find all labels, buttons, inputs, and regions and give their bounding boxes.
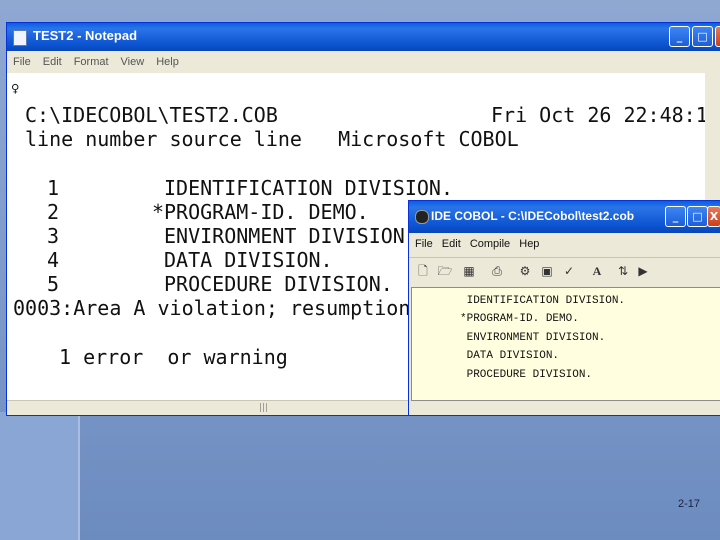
menu-edit[interactable]: Edit: [43, 51, 62, 73]
maximize-button[interactable]: □: [687, 206, 708, 227]
build-icon[interactable]: ▣: [539, 263, 555, 279]
new-file-icon[interactable]: 🗋: [415, 263, 431, 279]
slide-decoration: [0, 412, 78, 540]
save-icon[interactable]: ▦: [461, 263, 477, 279]
ide-toolbar: 🗋 🗁 ▦ ⎙ ⚙ ▣ ✓ A ⇅ ▶: [409, 257, 720, 286]
step-icon[interactable]: ▶: [635, 263, 651, 279]
listing-date: Fri Oct 26 22:48:17: [491, 103, 720, 127]
code-line: DATA DIVISION.: [460, 350, 560, 362]
line-source: IDENTIFICATION DIVISION.: [164, 176, 453, 200]
ide-code-editor[interactable]: IDENTIFICATION DIVISION. *PROGRAM-ID. DE…: [411, 287, 720, 401]
font-icon[interactable]: A: [589, 263, 605, 279]
ide-titlebar[interactable]: IDE COBOL - C:\IDECobol\test2.cob _ □ X: [409, 201, 720, 233]
line-source: PROGRAM-ID. DEMO.: [164, 200, 369, 224]
code-line: PROCEDURE DIVISION.: [460, 369, 593, 381]
listing-path: C:\IDECOBOL\TEST2.COB: [25, 103, 278, 127]
menu-help[interactable]: Hep: [519, 233, 539, 255]
code-line: *PROGRAM-ID. DEMO.: [460, 313, 579, 325]
scroll-grip-icon: |||: [259, 403, 269, 413]
form-feed-marker: ♀: [11, 81, 20, 97]
line-flag: [152, 224, 164, 248]
code-line: IDENTIFICATION DIVISION.: [460, 295, 626, 307]
menu-file[interactable]: File: [415, 233, 433, 255]
line-flag: [152, 248, 164, 272]
notepad-menubar: File Edit Format View Help: [7, 51, 720, 73]
line-number: 2: [47, 200, 60, 224]
line-source: PROCEDURE DIVISION.: [164, 272, 393, 296]
line-flag: *: [152, 200, 165, 224]
notepad-titlebar[interactable]: TEST2 - Notepad _ □ X: [7, 23, 720, 51]
line-number: 1: [47, 176, 60, 200]
close-button[interactable]: X: [707, 206, 720, 227]
slide-divider: [78, 412, 80, 540]
compile-icon[interactable]: ⚙: [517, 263, 533, 279]
open-file-icon[interactable]: 🗁: [437, 263, 453, 279]
line-flag: [152, 176, 164, 200]
line-source: DATA DIVISION.: [164, 248, 333, 272]
menu-edit[interactable]: Edit: [442, 233, 461, 255]
maximize-button[interactable]: □: [692, 26, 713, 47]
menu-compile[interactable]: Compile: [470, 233, 510, 255]
minimize-button[interactable]: _: [665, 206, 686, 227]
notepad-title: TEST2 - Notepad: [33, 28, 138, 43]
error-summary: 1 error or warning: [59, 345, 288, 369]
ide-app-icon: [415, 210, 429, 224]
line-flag: [152, 272, 164, 296]
menu-format[interactable]: Format: [74, 51, 109, 73]
error-message: 0003:Area A violation; resumption: [13, 296, 411, 320]
notepad-icon: [13, 30, 27, 46]
line-number: 3: [47, 224, 60, 248]
slide-page-number: 2-17: [677, 498, 700, 510]
code-line: ENVIRONMENT DIVISION.: [460, 332, 606, 344]
line-number: 5: [47, 272, 60, 296]
ide-cobol-window: IDE COBOL - C:\IDECobol\test2.cob _ □ X …: [408, 200, 720, 416]
ide-menubar: File Edit Compile Hep: [409, 233, 720, 255]
options-icon[interactable]: ⇅: [615, 263, 631, 279]
line-number: 4: [47, 248, 60, 272]
listing-column-header: line number source line Microsoft COBOL: [25, 127, 519, 151]
ide-title: IDE COBOL - C:\IDECobol\test2.cob: [431, 209, 635, 223]
close-button[interactable]: X: [715, 26, 720, 47]
minimize-button[interactable]: _: [669, 26, 690, 47]
horizontal-scrollbar[interactable]: [411, 401, 719, 413]
menu-file[interactable]: File: [13, 51, 31, 73]
line-source: ENVIRONMENT DIVISION.: [164, 224, 417, 248]
run-icon[interactable]: ✓: [561, 263, 577, 279]
menu-view[interactable]: View: [121, 51, 145, 73]
print-icon[interactable]: ⎙: [489, 263, 505, 279]
menu-help[interactable]: Help: [156, 51, 179, 73]
